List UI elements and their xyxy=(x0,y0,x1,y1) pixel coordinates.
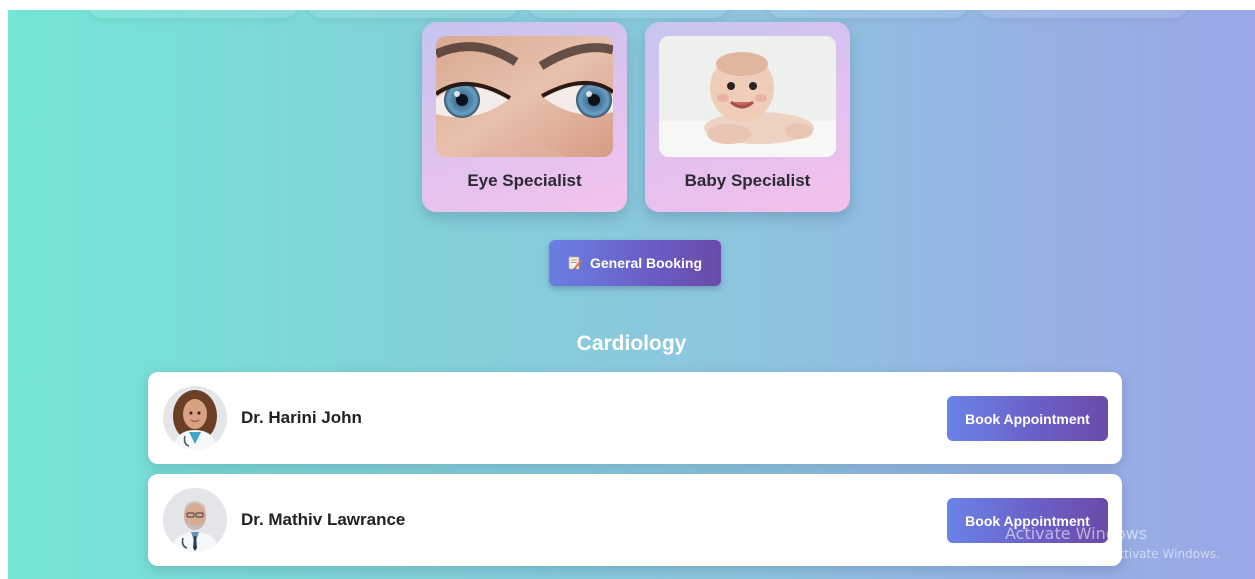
watermark-subtitle: Go to Settings to activate Windows. xyxy=(1005,547,1220,561)
doctor-card: Dr. Mathiv Lawrance Book Appointment xyxy=(148,474,1122,566)
doctor-name: Dr. Mathiv Lawrance xyxy=(241,510,406,529)
doctor-name: Dr. Harini John xyxy=(241,408,362,427)
top-card-edge xyxy=(978,10,1188,18)
specialist-label: Baby Specialist xyxy=(684,171,811,190)
general-booking-button[interactable]: General Booking xyxy=(549,240,721,286)
eye-specialist-card[interactable]: Eye Specialist xyxy=(422,22,627,212)
section-title: Cardiology xyxy=(576,332,687,355)
page-background: Eye Specialist Baby Specialist General B… xyxy=(8,10,1255,579)
book-appointment-button[interactable]: Book Appointment xyxy=(947,396,1108,441)
baby-specialist-card[interactable]: Baby Specialist xyxy=(645,22,850,212)
doctor-card: Dr. Harini John Book Appointment xyxy=(148,372,1122,464)
baby-photo xyxy=(659,36,836,157)
top-card-edge xyxy=(88,10,298,18)
doctor-avatar xyxy=(163,386,227,450)
activate-windows-watermark: Activate Windows Go to Settings to activ… xyxy=(1005,524,1220,561)
specialist-label: Eye Specialist xyxy=(467,171,582,190)
top-card-edge xyxy=(768,10,968,18)
memo-icon xyxy=(568,256,582,270)
top-card-edge xyxy=(528,10,728,18)
doctor-avatar xyxy=(163,488,227,552)
general-booking-label: General Booking xyxy=(589,255,703,271)
eyes-photo xyxy=(436,36,613,157)
watermark-title: Activate Windows xyxy=(1005,524,1148,543)
top-card-edge xyxy=(308,10,518,18)
